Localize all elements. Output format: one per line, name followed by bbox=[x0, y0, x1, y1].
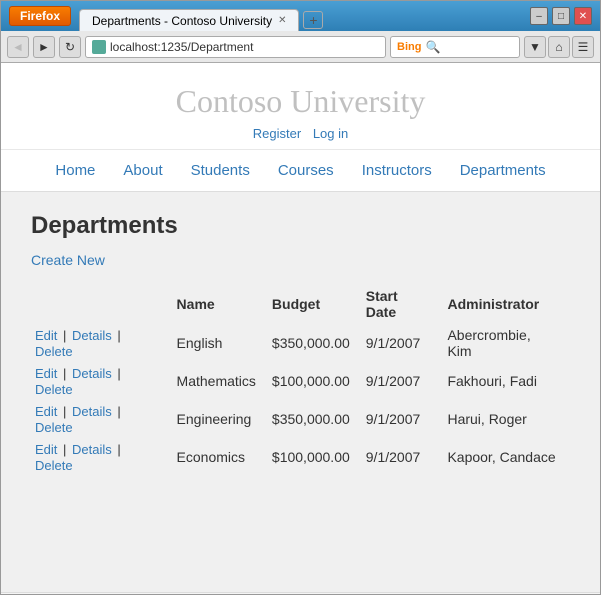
table-row: Edit | Details | DeleteMathematics$100,0… bbox=[31, 362, 570, 400]
row-2-edit-link[interactable]: Edit bbox=[35, 404, 57, 419]
col-name-header: Name bbox=[173, 284, 268, 324]
nav-home[interactable]: Home bbox=[41, 158, 109, 183]
nav-students[interactable]: Students bbox=[177, 158, 264, 183]
col-actions-header bbox=[31, 284, 173, 324]
title-bar: Firefox Departments - Contoso University… bbox=[1, 1, 600, 31]
table-header-row: Name Budget Start Date Administrator bbox=[31, 284, 570, 324]
create-new-link[interactable]: Create New bbox=[31, 252, 105, 268]
table-row: Edit | Details | DeleteEngineering$350,0… bbox=[31, 400, 570, 438]
action-separator: | bbox=[114, 366, 121, 381]
col-budget-header: Budget bbox=[268, 284, 362, 324]
search-bar[interactable]: Bing 🔍 bbox=[390, 36, 520, 58]
row-3-edit-link[interactable]: Edit bbox=[35, 442, 57, 457]
url-icon bbox=[92, 40, 106, 54]
register-link[interactable]: Register bbox=[253, 126, 301, 141]
row-1-budget: $100,000.00 bbox=[268, 362, 362, 400]
row-3-name: Economics bbox=[173, 438, 268, 476]
refresh-button[interactable]: ↻ bbox=[59, 36, 81, 58]
table-row: Edit | Details | DeleteEnglish$350,000.0… bbox=[31, 324, 570, 362]
active-tab[interactable]: Departments - Contoso University ✕ bbox=[79, 9, 299, 31]
row-2-delete-link[interactable]: Delete bbox=[35, 420, 73, 435]
search-icon: 🔍 bbox=[425, 40, 440, 54]
row-3-details-link[interactable]: Details bbox=[72, 442, 112, 457]
address-bar: ◄ ► ↻ localhost:1235/Department Bing 🔍 ▼… bbox=[1, 31, 600, 63]
firefox-button[interactable]: Firefox bbox=[9, 6, 71, 26]
row-2-budget: $350,000.00 bbox=[268, 400, 362, 438]
departments-table: Name Budget Start Date Administrator Edi… bbox=[31, 284, 570, 476]
site-header: Contoso University Register Log in Home … bbox=[1, 63, 600, 192]
row-0-edit-link[interactable]: Edit bbox=[35, 328, 57, 343]
action-separator: | bbox=[114, 442, 121, 457]
action-separator: | bbox=[114, 328, 121, 343]
page-heading: Departments bbox=[31, 212, 570, 240]
row-3-actions: Edit | Details | Delete bbox=[31, 438, 173, 476]
row-1-name: Mathematics bbox=[173, 362, 268, 400]
tab-bar: Departments - Contoso University ✕ + bbox=[79, 1, 530, 31]
col-admin-header: Administrator bbox=[443, 284, 570, 324]
nav-instructors[interactable]: Instructors bbox=[348, 158, 446, 183]
row-0-name: English bbox=[173, 324, 268, 362]
row-0-actions: Edit | Details | Delete bbox=[31, 324, 173, 362]
row-0-details-link[interactable]: Details bbox=[72, 328, 112, 343]
tab-close-icon[interactable]: ✕ bbox=[278, 15, 286, 26]
site-nav: Home About Students Courses Instructors … bbox=[1, 149, 600, 191]
row-1-edit-link[interactable]: Edit bbox=[35, 366, 57, 381]
maximize-button[interactable]: □ bbox=[552, 7, 570, 25]
row-0-budget: $350,000.00 bbox=[268, 324, 362, 362]
action-separator: | bbox=[59, 328, 70, 343]
row-1-delete-link[interactable]: Delete bbox=[35, 382, 73, 397]
page-content: Contoso University Register Log in Home … bbox=[1, 63, 600, 594]
back-button[interactable]: ◄ bbox=[7, 36, 29, 58]
row-3-budget: $100,000.00 bbox=[268, 438, 362, 476]
new-tab-button[interactable]: + bbox=[303, 11, 323, 29]
site-title: Contoso University bbox=[1, 83, 600, 120]
main-content: Departments Create New Name Budget Start… bbox=[1, 192, 600, 592]
site-footer: © 2013 - Contoso University bbox=[1, 592, 600, 594]
menu-button[interactable]: ☰ bbox=[572, 36, 594, 58]
row-2-administrator: Harui, Roger bbox=[443, 400, 570, 438]
row-1-start-date: 9/1/2007 bbox=[362, 362, 444, 400]
row-1-details-link[interactable]: Details bbox=[72, 366, 112, 381]
row-2-name: Engineering bbox=[173, 400, 268, 438]
action-separator: | bbox=[114, 404, 121, 419]
home-button[interactable]: ⌂ bbox=[548, 36, 570, 58]
window-controls: – □ ✕ bbox=[530, 7, 592, 25]
row-3-start-date: 9/1/2007 bbox=[362, 438, 444, 476]
row-0-start-date: 9/1/2007 bbox=[362, 324, 444, 362]
action-separator: | bbox=[59, 442, 70, 457]
row-0-administrator: Abercrombie, Kim bbox=[443, 324, 570, 362]
url-text: localhost:1235/Department bbox=[110, 40, 253, 54]
forward-button[interactable]: ► bbox=[33, 36, 55, 58]
close-button[interactable]: ✕ bbox=[574, 7, 592, 25]
action-separator: | bbox=[59, 404, 70, 419]
nav-courses[interactable]: Courses bbox=[264, 158, 348, 183]
auth-links: Register Log in bbox=[1, 126, 600, 141]
row-2-start-date: 9/1/2007 bbox=[362, 400, 444, 438]
col-startdate-header: Start Date bbox=[362, 284, 444, 324]
download-button[interactable]: ▼ bbox=[524, 36, 546, 58]
row-3-administrator: Kapoor, Candace bbox=[443, 438, 570, 476]
row-0-delete-link[interactable]: Delete bbox=[35, 344, 73, 359]
nav-about[interactable]: About bbox=[109, 158, 176, 183]
toolbar-buttons: ▼ ⌂ ☰ bbox=[524, 36, 594, 58]
nav-departments[interactable]: Departments bbox=[446, 158, 560, 183]
table-row: Edit | Details | DeleteEconomics$100,000… bbox=[31, 438, 570, 476]
row-1-administrator: Fakhouri, Fadi bbox=[443, 362, 570, 400]
bing-logo: Bing bbox=[397, 41, 421, 53]
action-separator: | bbox=[59, 366, 70, 381]
row-3-delete-link[interactable]: Delete bbox=[35, 458, 73, 473]
minimize-button[interactable]: – bbox=[530, 7, 548, 25]
url-bar[interactable]: localhost:1235/Department bbox=[85, 36, 386, 58]
row-1-actions: Edit | Details | Delete bbox=[31, 362, 173, 400]
login-link[interactable]: Log in bbox=[313, 126, 348, 141]
row-2-actions: Edit | Details | Delete bbox=[31, 400, 173, 438]
tab-title: Departments - Contoso University bbox=[92, 14, 272, 28]
row-2-details-link[interactable]: Details bbox=[72, 404, 112, 419]
browser-window: Firefox Departments - Contoso University… bbox=[0, 0, 601, 595]
